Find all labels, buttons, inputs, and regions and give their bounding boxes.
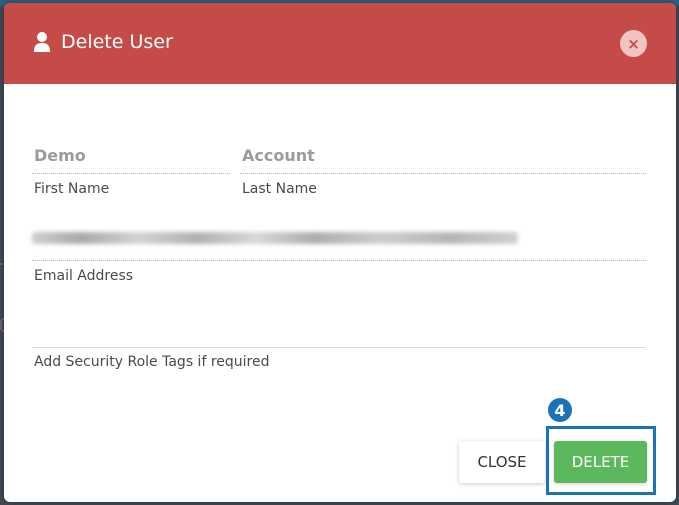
close-icon[interactable]: × <box>620 30 647 57</box>
last-name-underline <box>240 173 646 174</box>
last-name-value[interactable]: Account <box>242 146 315 166</box>
user-icon <box>34 32 50 52</box>
first-name-underline <box>32 173 230 174</box>
background-text-fragment <box>0 263 3 265</box>
delete-user-modal: Delete User × Demo First Name Account La… <box>4 3 676 502</box>
email-value-redacted[interactable] <box>32 232 518 244</box>
email-underline <box>32 260 646 261</box>
modal-header: Delete User × <box>4 3 676 84</box>
first-name-value[interactable]: Demo <box>34 146 86 166</box>
first-name-label: First Name <box>34 181 110 197</box>
email-label: Email Address <box>34 268 134 284</box>
step-highlight-box <box>546 426 656 495</box>
security-tags-input[interactable] <box>32 347 646 348</box>
step-number-badge: 4 <box>546 396 574 424</box>
security-tags-label: Add Security Role Tags if required <box>34 354 270 370</box>
modal-title: Delete User <box>61 31 173 53</box>
close-button[interactable]: CLOSE <box>459 441 545 483</box>
last-name-label: Last Name <box>242 181 317 197</box>
